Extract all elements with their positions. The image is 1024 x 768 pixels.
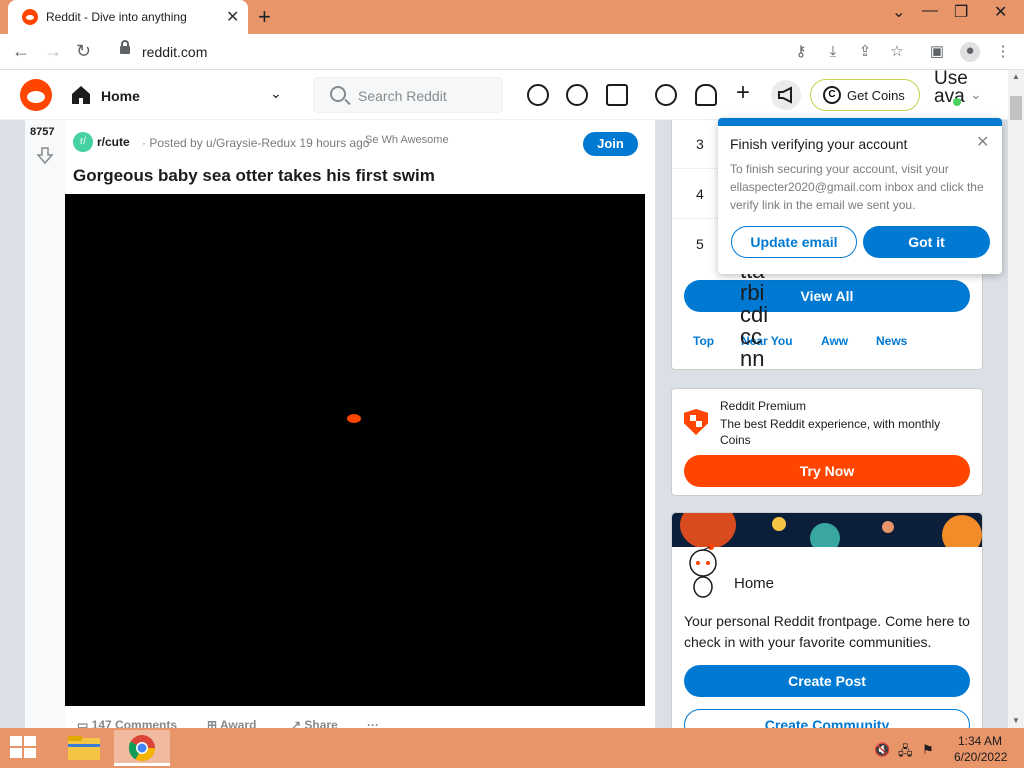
create-post-button[interactable]: Create Post [684,665,970,697]
popup-description: To finish securing your account, visit y… [730,162,984,212]
premium-title: Reddit Premium [720,399,807,413]
verify-account-popup: Finish verifying your account ✕ To finis… [718,118,1002,274]
stats-icon[interactable] [566,84,588,106]
premium-description: The best Reddit experience, with monthly… [720,417,941,447]
home-card-description: Your personal Reddit frontpage. Come her… [684,613,970,650]
post-title[interactable]: Gorgeous baby sea otter takes his first … [73,166,435,186]
divider [672,168,718,169]
home-card: Home Your personal Reddit frontpage. Com… [671,512,983,741]
close-icon[interactable]: ✕ [976,132,989,152]
downvote-arrow-icon[interactable] [36,146,54,164]
popup-title: Finish verifying your account [730,136,908,152]
side-panel-icon[interactable]: ▣ [928,43,946,61]
chat-icon[interactable] [655,84,677,106]
snoo-mascot-icon [689,544,717,598]
popular-arrow-icon[interactable] [527,84,549,106]
tab-search-icon[interactable]: ⌄ [892,2,905,22]
got-it-button[interactable]: Got it [863,226,990,258]
loading-spinner [347,414,361,423]
url-text[interactable]: reddit.com [142,44,207,60]
scrollbar-thumb[interactable] [1010,96,1022,120]
video-player[interactable] [65,194,645,706]
home-icon [72,86,90,104]
notification-flag-icon[interactable]: ⚑ [922,742,934,758]
windows-taskbar: 🔇 🖧 ⚑ 1:34 AM 6/20/2022 [0,728,1024,768]
reddit-logo-icon[interactable] [20,79,52,111]
glitched-overlay-text: ttarbicdiccnn [740,260,769,371]
reddit-favicon-icon [22,9,38,25]
chip-news[interactable]: News [876,334,907,348]
video-icon[interactable] [606,84,628,106]
home-card-title: Home [734,575,775,592]
tab-title: Reddit - Dive into anything [46,10,187,24]
user-chevron-down-icon[interactable]: ⌄ [970,86,982,103]
chip-aww[interactable]: Aww [821,334,848,348]
try-now-button[interactable]: Try Now [684,455,970,487]
back-arrow-icon[interactable]: ← [12,41,30,62]
scroll-up-arrow-icon[interactable]: ▲ [1012,72,1020,81]
scroll-down-arrow-icon[interactable]: ▼ [1012,716,1020,725]
get-coins-button[interactable]: C Get Coins [810,79,920,111]
community-rank: 4 [696,186,704,202]
coin-icon: C [823,86,841,104]
subreddit-icon[interactable]: r/ [73,132,93,152]
address-bar[interactable]: reddit.com [106,38,830,66]
reload-icon[interactable]: ↻ [76,41,91,62]
file-explorer-icon[interactable] [56,730,112,766]
search-placeholder: Search Reddit [358,88,447,104]
divider [672,218,718,219]
share-icon[interactable]: ⇪ [856,43,874,61]
subreddit-link[interactable]: r/cute [97,135,130,149]
premium-card: Reddit Premium The best Reddit experienc… [671,388,983,496]
clock-date[interactable]: 6/20/2022 [954,750,1007,764]
award-badges-broken: Se Wh Awesome [365,134,449,146]
view-all-button[interactable]: View All [684,280,970,312]
menu-dots-icon[interactable]: ⋮ [994,43,1012,61]
browser-tab-reddit[interactable]: Reddit - Dive into anything ✕ [8,0,248,34]
notification-bell-icon[interactable] [695,84,717,106]
premium-shield-icon [684,409,708,435]
browser-toolbar: ← → ↻ reddit.com ⚷ ⤓ ⇪ ☆ ▣ ● ⋮ [0,34,1024,70]
vote-column: 8757 [25,120,65,728]
get-coins-label: Get Coins [847,88,905,103]
vote-count: 8757 [30,126,55,138]
lock-icon[interactable] [120,40,130,54]
close-window-button[interactable]: ✕ [994,2,1007,22]
chrome-taskbar-icon[interactable] [114,730,170,766]
network-icon[interactable]: 🖧 [898,742,913,764]
forward-arrow-icon[interactable]: → [44,41,62,62]
join-button[interactable]: Join [583,132,638,156]
minimize-button[interactable]: — [922,2,938,20]
search-icon [330,86,346,102]
key-icon[interactable]: ⚷ [792,43,810,61]
user-dropdown-label[interactable]: Use ava [934,69,968,106]
community-rank: 5 [696,236,704,252]
clock-time[interactable]: 1:34 AM [958,734,1002,748]
posted-by-text[interactable]: · Posted by u/Graysie-Redux 19 hours ago [142,136,369,150]
update-email-button[interactable]: Update email [731,226,857,258]
advertise-megaphone-icon[interactable] [771,80,801,110]
profile-avatar-icon[interactable]: ● [960,42,980,62]
page-scrollbar[interactable]: ▲ ▼ [1008,70,1024,728]
install-icon[interactable]: ⤓ [824,43,842,61]
windows-start-icon[interactable] [10,736,38,760]
restore-button[interactable]: ❐ [954,2,968,22]
browser-tab-bar: Reddit - Dive into anything ✕ + ⌄ — ❐ ✕ [0,0,1024,34]
chip-top[interactable]: Top [693,334,714,348]
bookmark-star-icon[interactable]: ☆ [888,43,906,61]
tab-close-icon[interactable]: ✕ [226,7,239,27]
reddit-header: Home ⌄ Search Reddit + C Get Coins Use a… [0,69,1008,120]
new-tab-button[interactable]: + [258,4,271,30]
create-post-plus-icon[interactable]: + [736,80,750,106]
community-rank: 3 [696,136,704,152]
home-feed-label[interactable]: Home [101,88,140,104]
chevron-down-icon[interactable]: ⌄ [270,85,282,102]
search-input[interactable]: Search Reddit [313,77,503,113]
post-card[interactable]: 8757 r/ r/cute · Posted by u/Graysie-Red… [25,120,655,732]
online-status-dot [953,98,961,106]
volume-muted-icon[interactable]: 🔇 [874,742,890,758]
